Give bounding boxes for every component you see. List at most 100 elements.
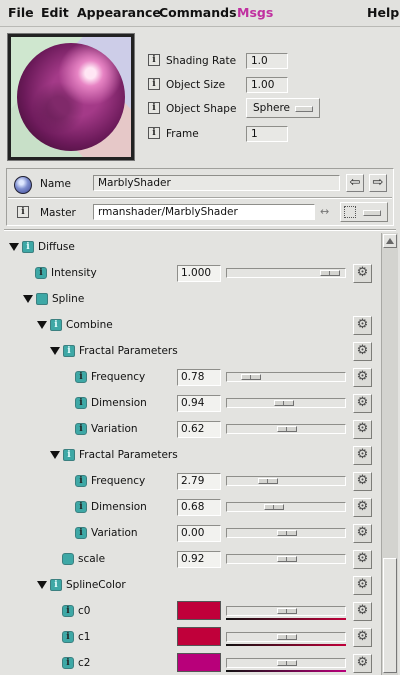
color-swatch[interactable]: [177, 627, 221, 646]
expand-triangle-icon[interactable]: [37, 321, 47, 329]
info-icon[interactable]: i: [63, 345, 75, 357]
scroll-up-arrow-icon[interactable]: [383, 234, 397, 248]
param-slider[interactable]: [226, 554, 346, 564]
param-slider[interactable]: [226, 658, 346, 668]
gear-icon[interactable]: ⚙: [353, 264, 372, 283]
slider-thumb[interactable]: [277, 608, 297, 614]
menu-file[interactable]: File: [8, 5, 34, 20]
param-value-field[interactable]: 0.94: [177, 395, 221, 412]
menu-msgs[interactable]: Msgs: [237, 5, 273, 20]
info-icon[interactable]: i: [62, 605, 74, 617]
gear-icon[interactable]: ⚙: [353, 420, 372, 439]
info-icon[interactable]: i: [17, 206, 29, 218]
info-icon[interactable]: i: [75, 475, 87, 487]
gear-icon[interactable]: ⚙: [353, 342, 372, 361]
info-icon[interactable]: i: [75, 527, 87, 539]
menu-help[interactable]: Help: [367, 5, 399, 20]
frame-field[interactable]: 1: [246, 126, 288, 142]
menu-appearance[interactable]: Appearance: [77, 5, 161, 20]
object-size-field[interactable]: 1.00: [246, 77, 288, 93]
tree-scrollbar[interactable]: [381, 233, 398, 675]
slider-thumb[interactable]: [258, 478, 278, 484]
param-value-field[interactable]: 0.78: [177, 369, 221, 386]
gear-icon[interactable]: ⚙: [353, 654, 372, 673]
expand-triangle-icon[interactable]: [50, 451, 60, 459]
info-icon[interactable]: i: [50, 319, 62, 331]
slider-thumb[interactable]: [277, 660, 297, 666]
object-shape-dropdown[interactable]: Sphere: [246, 98, 320, 118]
param-slider[interactable]: [226, 372, 346, 382]
name-field[interactable]: MarblyShader: [93, 175, 340, 191]
param-slider[interactable]: [226, 632, 346, 642]
info-icon[interactable]: i: [148, 54, 160, 66]
menu-commands[interactable]: Commands: [159, 5, 237, 20]
param-value-field[interactable]: 0.92: [177, 551, 221, 568]
param-slider[interactable]: [226, 528, 346, 538]
slider-thumb[interactable]: [241, 374, 261, 380]
gear-icon[interactable]: ⚙: [353, 368, 372, 387]
tree-group-row: i Diffuse: [0, 234, 380, 260]
shading-rate-field[interactable]: 1.0: [246, 53, 288, 69]
gear-icon[interactable]: ⚙: [353, 576, 372, 595]
info-icon[interactable]: i: [35, 267, 47, 279]
info-icon[interactable]: i: [148, 78, 160, 90]
link-icon[interactable]: ↔: [320, 205, 329, 218]
param-slider[interactable]: [226, 476, 346, 486]
gear-icon[interactable]: ⚙: [353, 498, 372, 517]
tree-row-label: Fractal Parameters: [79, 449, 178, 461]
gear-icon[interactable]: ⚙: [353, 446, 372, 465]
param-value-field[interactable]: 1.000: [177, 265, 221, 282]
expand-triangle-icon[interactable]: [37, 581, 47, 589]
info-icon[interactable]: i: [75, 371, 87, 383]
menu-edit[interactable]: Edit: [41, 5, 69, 20]
info-icon[interactable]: i: [148, 127, 160, 139]
slider-thumb[interactable]: [277, 634, 297, 640]
shader-preview[interactable]: [7, 33, 135, 161]
param-value-field[interactable]: 0.62: [177, 421, 221, 438]
slider-thumb[interactable]: [320, 270, 340, 276]
back-arrow-button[interactable]: ⇦: [346, 174, 364, 192]
info-icon[interactable]: i: [62, 631, 74, 643]
expand-triangle-icon[interactable]: [23, 295, 33, 303]
slider-thumb[interactable]: [264, 504, 284, 510]
gear-icon[interactable]: ⚙: [353, 472, 372, 491]
info-icon[interactable]: i: [50, 579, 62, 591]
info-icon[interactable]: i: [22, 241, 34, 253]
info-icon[interactable]: i: [75, 501, 87, 513]
slider-thumb[interactable]: [277, 530, 297, 536]
gear-icon[interactable]: ⚙: [353, 602, 372, 621]
info-icon[interactable]: i: [63, 449, 75, 461]
info-icon[interactable]: i: [148, 102, 160, 114]
param-slider[interactable]: [226, 502, 346, 512]
group-box-icon[interactable]: [36, 293, 48, 305]
color-swatch[interactable]: [177, 601, 221, 620]
gear-icon[interactable]: ⚙: [353, 628, 372, 647]
slider-thumb[interactable]: [274, 400, 294, 406]
master-field[interactable]: rmanshader/MarblyShader: [93, 204, 315, 220]
param-value-field[interactable]: 0.00: [177, 525, 221, 542]
info-icon[interactable]: i: [62, 657, 74, 669]
info-icon[interactable]: i: [75, 397, 87, 409]
tree-row-label: scale: [78, 553, 106, 565]
tree-row-label: Variation: [91, 423, 138, 435]
param-slider[interactable]: [226, 424, 346, 434]
param-slider[interactable]: [226, 398, 346, 408]
forward-arrow-button[interactable]: ⇨: [369, 174, 387, 192]
slider-thumb[interactable]: [277, 556, 297, 562]
gear-icon[interactable]: ⚙: [353, 316, 372, 335]
slider-thumb[interactable]: [277, 426, 297, 432]
gear-icon[interactable]: ⚙: [353, 394, 372, 413]
expand-triangle-icon[interactable]: [9, 243, 19, 251]
gear-icon[interactable]: ⚙: [353, 524, 372, 543]
param-value-field[interactable]: 0.68: [177, 499, 221, 516]
master-options-dropdown[interactable]: [340, 202, 388, 222]
color-swatch[interactable]: [177, 653, 221, 672]
gear-icon[interactable]: ⚙: [353, 550, 372, 569]
param-dot-icon[interactable]: [62, 553, 74, 565]
param-slider[interactable]: [226, 606, 346, 616]
info-icon[interactable]: i: [75, 423, 87, 435]
param-slider[interactable]: [226, 268, 346, 278]
scrollbar-thumb[interactable]: [383, 558, 397, 673]
expand-triangle-icon[interactable]: [50, 347, 60, 355]
param-value-field[interactable]: 2.79: [177, 473, 221, 490]
